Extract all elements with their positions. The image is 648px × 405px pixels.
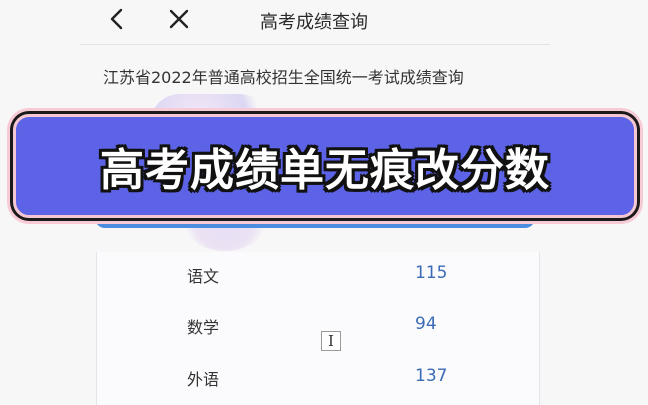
text-cursor-icon: I: [321, 331, 341, 351]
score-value: 137: [415, 366, 448, 386]
subject-label: 外语: [187, 370, 220, 389]
score-value: 115: [415, 263, 448, 283]
score-row: 数学 94: [97, 306, 539, 346]
score-row: 语文 115: [97, 255, 539, 295]
score-table: 语文 115 数学 94 外语 137: [96, 252, 540, 405]
nav-bar: 高考成绩查询: [80, 0, 550, 45]
overlay-banner: 高考成绩单无痕改分数: [13, 114, 637, 218]
banner-text: 高考成绩单无痕改分数: [100, 145, 550, 196]
exam-query-heading: 江苏省2022年普通高校招生全国统一考试成绩查询: [103, 68, 464, 87]
close-button[interactable]: [162, 2, 196, 36]
close-icon: [169, 9, 189, 29]
score-row: 外语 137: [97, 358, 539, 398]
page: 高考成绩查询 江苏省2022年普通高校招生全国统一考试成绩查询 高考成绩单无痕改…: [0, 0, 648, 405]
subject-label: 语文: [187, 267, 220, 286]
page-title: 高考成绩查询: [260, 12, 368, 33]
subject-label: 数学: [187, 318, 220, 337]
back-button[interactable]: [100, 2, 134, 36]
chevron-left-icon: [110, 8, 123, 30]
score-value: 94: [415, 314, 437, 334]
